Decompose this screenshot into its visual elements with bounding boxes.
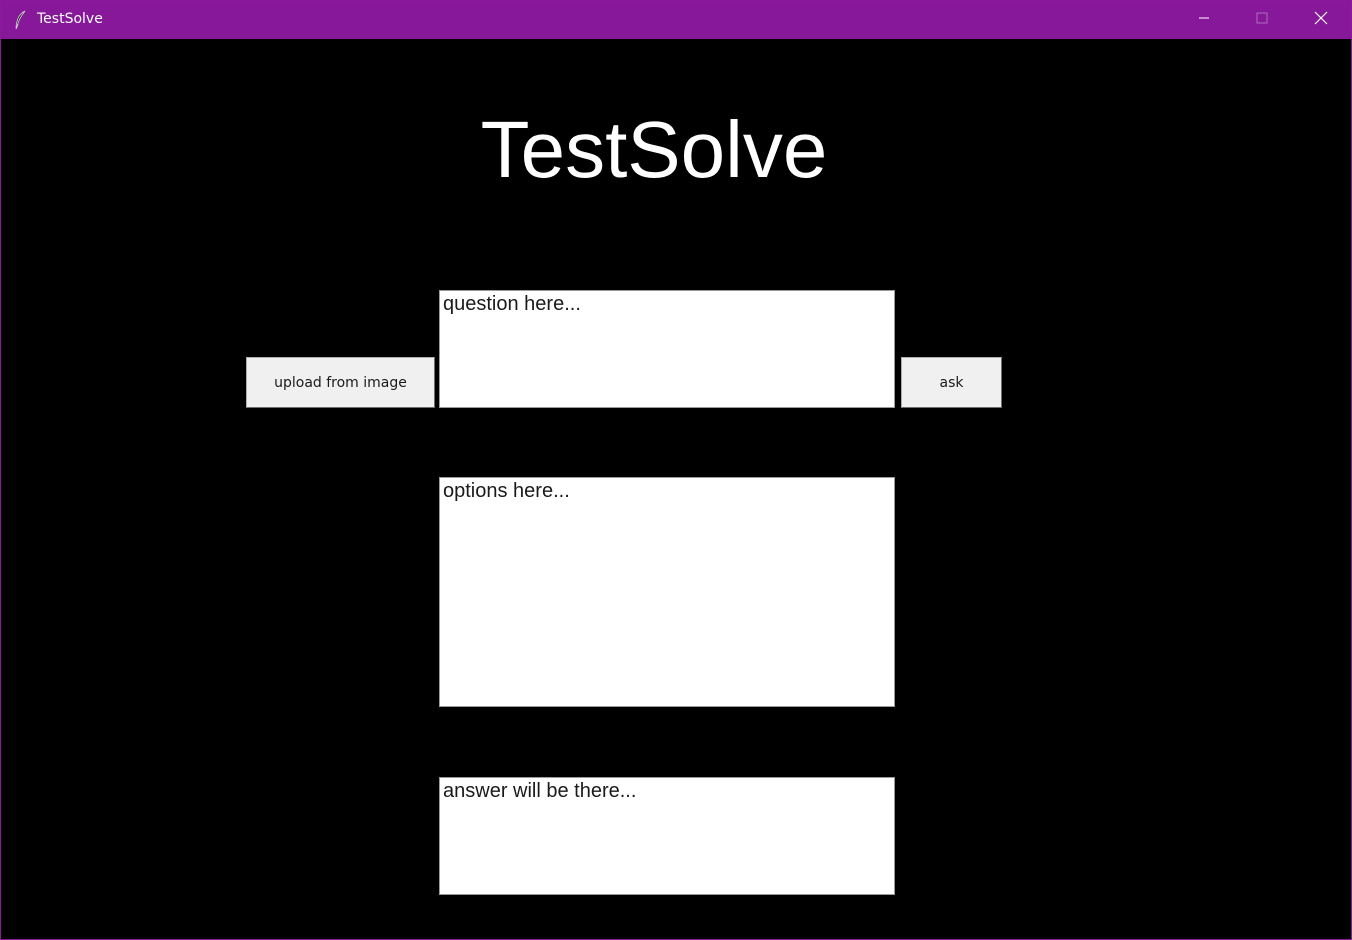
options-textbox[interactable]: options here... bbox=[439, 477, 895, 707]
app-window: TestSolve TestSolve upload from image qu… bbox=[0, 0, 1352, 940]
question-textbox[interactable]: question here... bbox=[439, 290, 895, 408]
title-bar[interactable]: TestSolve bbox=[1, 1, 1351, 39]
maximize-button[interactable] bbox=[1233, 1, 1291, 39]
minimize-icon bbox=[1198, 11, 1210, 29]
close-icon bbox=[1314, 11, 1328, 30]
minimize-button[interactable] bbox=[1175, 1, 1233, 39]
feather-icon bbox=[13, 10, 29, 30]
close-button[interactable] bbox=[1292, 1, 1350, 39]
main-content: TestSolve upload from image question her… bbox=[1, 39, 1351, 939]
window-title: TestSolve bbox=[37, 11, 103, 27]
maximize-icon bbox=[1256, 11, 1268, 29]
upload-from-image-button[interactable]: upload from image bbox=[246, 357, 435, 408]
app-heading: TestSolve bbox=[480, 105, 828, 194]
ask-button[interactable]: ask bbox=[901, 357, 1002, 408]
answer-textbox[interactable]: answer will be there... bbox=[439, 777, 895, 895]
